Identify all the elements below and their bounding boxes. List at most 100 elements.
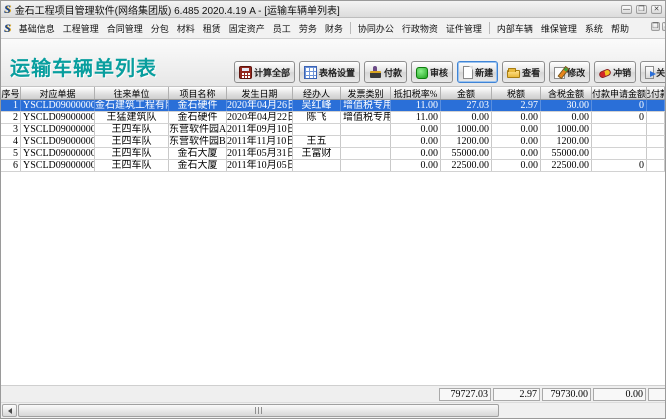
scroll-left-button[interactable]: [2, 404, 17, 417]
table-cell: 金石大厦: [169, 160, 227, 171]
column-header[interactable]: 项目名称: [169, 87, 227, 99]
menu-item[interactable]: 协同办公: [354, 19, 398, 38]
mdi-restore-button[interactable]: ❐: [651, 22, 660, 31]
total-paid: [648, 388, 665, 401]
table-row[interactable]: 5YSCLD090000001王四车队金石大厦2011年05月31日王富财0.0…: [1, 148, 665, 160]
table-cell: 3: [1, 124, 21, 135]
table-settings-button[interactable]: 表格设置: [299, 61, 360, 83]
title-bar: S 金石工程项目管理软件(网络集团版) 6.485 2020.4.19 A - …: [1, 1, 665, 18]
table-cell: 0.00: [391, 160, 441, 171]
column-header[interactable]: 已付款: [647, 87, 665, 99]
column-header[interactable]: 发生日期: [227, 87, 293, 99]
menu-item[interactable]: 员工: [269, 19, 295, 38]
exit-door-icon: [645, 66, 654, 79]
table-row[interactable]: 2YSCLD090000004王猛建筑队金石硬件2020年04月22日陈飞增值税…: [1, 112, 665, 124]
table-cell: YSCLD090000006: [21, 100, 95, 111]
close-button[interactable]: 关闭: [640, 61, 665, 83]
mdi-close-button[interactable]: ✕: [662, 22, 665, 31]
table-cell: 2.97: [492, 100, 541, 111]
table-cell: [293, 160, 341, 171]
menu-item[interactable]: 帮助: [607, 19, 633, 38]
menu-item[interactable]: 财务: [321, 19, 347, 38]
menu-separator: [489, 22, 490, 34]
table-cell: 11.00: [391, 100, 441, 111]
button-label: 冲销: [613, 66, 631, 79]
table-cell: 11.00: [391, 112, 441, 123]
left-arrow-icon: [8, 408, 12, 414]
calc-all-button[interactable]: 计算全部: [234, 61, 295, 83]
table-cell: [592, 124, 647, 135]
menu-item[interactable]: 劳务: [295, 19, 321, 38]
menu-item[interactable]: 行政物资: [398, 19, 442, 38]
menu-item[interactable]: 系统: [581, 19, 607, 38]
menu-item[interactable]: 内部车辆: [493, 19, 537, 38]
column-header[interactable]: 经办人: [293, 87, 341, 99]
table-cell: 0.00: [492, 124, 541, 135]
column-header[interactable]: 含税金额: [541, 87, 592, 99]
menu-item[interactable]: 合同管理: [103, 19, 147, 38]
new-button[interactable]: 新建: [457, 61, 498, 83]
button-label: 付款: [384, 66, 402, 79]
table-cell: 2011年10月05日: [227, 160, 293, 171]
close-window-button[interactable]: ✕: [651, 5, 662, 14]
menu-item[interactable]: 分包: [147, 19, 173, 38]
column-header[interactable]: 序号: [1, 87, 21, 99]
column-header[interactable]: 往来单位: [95, 87, 169, 99]
audit-button[interactable]: 审核: [411, 61, 453, 83]
view-button[interactable]: 查看: [502, 61, 545, 83]
table-cell: 5: [1, 148, 21, 159]
minimize-button[interactable]: —: [621, 5, 632, 14]
table-row[interactable]: 4YSCLD090000003王四车队东营软件园B座2011年11月10日王五0…: [1, 136, 665, 148]
menu-item[interactable]: 固定资产: [225, 19, 269, 38]
table-cell: 1200.00: [541, 136, 592, 147]
column-header[interactable]: 抵扣税率%: [391, 87, 441, 99]
horizontal-scrollbar[interactable]: [1, 402, 665, 418]
table-row[interactable]: 3YSCLD090000002王四车队东营软件园A座2011年09月10日0.0…: [1, 124, 665, 136]
table-cell: [647, 124, 665, 135]
menu-item[interactable]: 工程管理: [59, 19, 103, 38]
audit-icon: [416, 67, 428, 79]
table-cell: 55000.00: [541, 148, 592, 159]
table-cell: 2011年05月31日: [227, 148, 293, 159]
app-logo-icon: S: [4, 3, 11, 15]
table-row[interactable]: 1YSCLD090000006金石建筑工程有限金石硬件2020年04月26日吴红…: [1, 100, 665, 112]
table-cell: 王四车队: [95, 136, 169, 147]
table-cell: 0: [592, 100, 647, 111]
menu-item[interactable]: 证件管理: [442, 19, 486, 38]
button-label: 修改: [567, 66, 585, 79]
restore-button[interactable]: ❐: [636, 5, 647, 14]
edit-pencil-icon: [554, 67, 565, 79]
payment-button[interactable]: 付款: [364, 61, 407, 83]
table-cell: 增值税专用发票: [341, 100, 391, 111]
menu-item[interactable]: 材料: [173, 19, 199, 38]
column-header[interactable]: 发票类别: [341, 87, 391, 99]
button-label: 审核: [430, 66, 448, 79]
menu-item[interactable]: 租赁: [199, 19, 225, 38]
app-window: S 金石工程项目管理软件(网络集团版) 6.485 2020.4.19 A - …: [0, 0, 666, 419]
window-title: 金石工程项目管理软件(网络集团版) 6.485 2020.4.19 A - [运…: [15, 2, 340, 17]
menu-item[interactable]: 基础信息: [15, 19, 59, 38]
table-cell: 金石建筑工程有限: [95, 100, 169, 111]
modify-button[interactable]: 修改: [549, 61, 590, 83]
table-cell: 2020年04月26日: [227, 100, 293, 111]
header-band: 运输车辆单列表 计算全部表格设置付款审核新建查看修改冲销关闭: [1, 39, 665, 87]
column-header[interactable]: 对应单据: [21, 87, 95, 99]
button-label: 新建: [475, 66, 493, 79]
table-empty-area: [1, 172, 665, 385]
total-amount: 79727.03: [439, 388, 491, 401]
scrollbar-thumb[interactable]: [18, 404, 499, 417]
table-cell: 2011年09月10日: [227, 124, 293, 135]
reverse-button[interactable]: 冲销: [594, 61, 636, 83]
menu-item[interactable]: 维保管理: [537, 19, 581, 38]
table-cell: 27.03: [441, 100, 492, 111]
table-cell: YSCLD090000003: [21, 136, 95, 147]
table-cell: 0.00: [492, 160, 541, 171]
total-tax: 2.97: [493, 388, 540, 401]
column-header[interactable]: 金额: [441, 87, 492, 99]
table-row[interactable]: 6YSCLD090000005王四车队金石大厦2011年10月05日0.0022…: [1, 160, 665, 172]
column-header[interactable]: 付款申请金额: [592, 87, 647, 99]
column-header[interactable]: 税额: [492, 87, 541, 99]
table-cell: 东营软件园B座: [169, 136, 227, 147]
table-cell: 1200.00: [441, 136, 492, 147]
table-cell: 55000.00: [441, 148, 492, 159]
